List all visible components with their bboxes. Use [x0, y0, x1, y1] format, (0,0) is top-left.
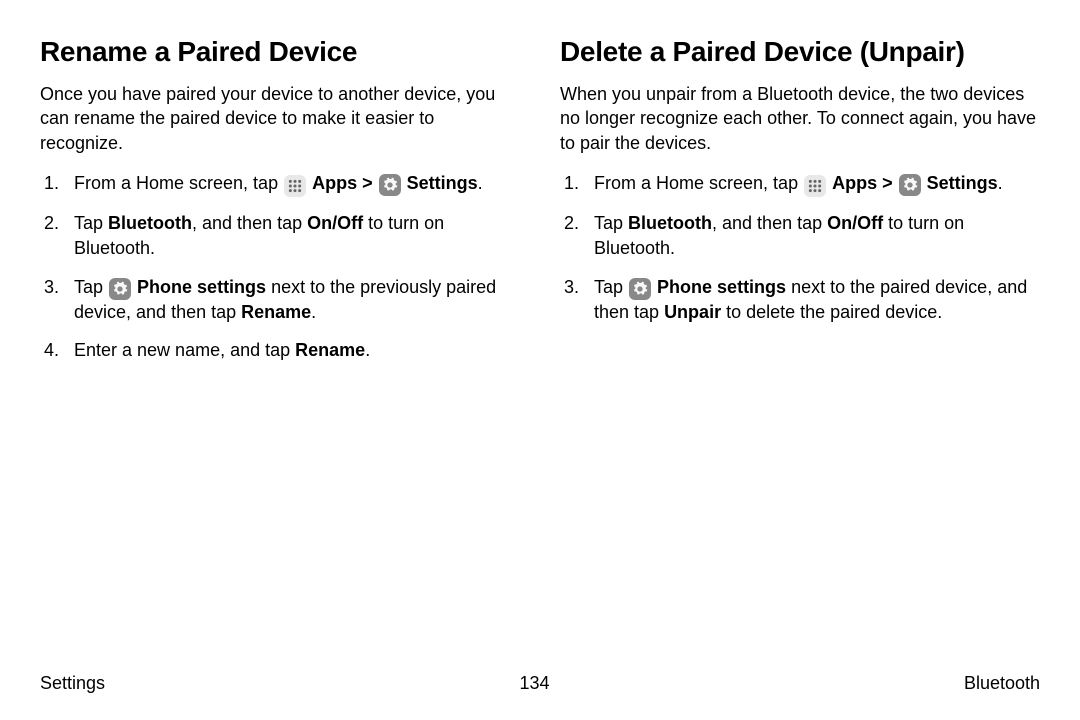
bold-text: Rename — [241, 302, 311, 322]
bold-text: On/Off — [827, 213, 883, 233]
apps-label: Apps — [312, 173, 357, 193]
delete-intro: When you unpair from a Bluetooth device,… — [560, 82, 1040, 155]
step-text: . — [365, 340, 370, 360]
footer-topic: Bluetooth — [964, 673, 1040, 694]
bold-text: On/Off — [307, 213, 363, 233]
list-item: Tap Bluetooth, and then tap On/Off to tu… — [40, 211, 520, 261]
apps-label: Apps — [832, 173, 877, 193]
list-item: Tap Phone settings next to the paired de… — [560, 275, 1040, 325]
content-columns: Rename a Paired Device Once you have pai… — [40, 36, 1040, 377]
list-item: Tap Bluetooth, and then tap On/Off to tu… — [560, 211, 1040, 261]
step-text: , and then tap — [192, 213, 307, 233]
bold-text: Unpair — [664, 302, 721, 322]
settings-gear-icon — [379, 174, 401, 196]
left-column: Rename a Paired Device Once you have pai… — [40, 36, 520, 377]
settings-gear-icon — [109, 278, 131, 300]
step-text: . — [998, 173, 1003, 193]
separator: > — [357, 173, 378, 193]
right-column: Delete a Paired Device (Unpair) When you… — [560, 36, 1040, 377]
step-text: . — [478, 173, 483, 193]
settings-label: Settings — [927, 173, 998, 193]
bold-text: Bluetooth — [628, 213, 712, 233]
footer-section: Settings — [40, 673, 105, 694]
step-text: Tap — [74, 213, 108, 233]
rename-section-title: Rename a Paired Device — [40, 36, 520, 68]
step-text: From a Home screen, tap — [74, 173, 283, 193]
apps-grid-icon — [804, 175, 826, 197]
step-text: Tap — [594, 213, 628, 233]
list-item: From a Home screen, tap Apps > Settings. — [560, 171, 1040, 197]
step-text: Enter a new name, and tap — [74, 340, 295, 360]
settings-label: Settings — [407, 173, 478, 193]
apps-grid-icon — [284, 175, 306, 197]
rename-intro: Once you have paired your device to anot… — [40, 82, 520, 155]
delete-section-title: Delete a Paired Device (Unpair) — [560, 36, 1040, 68]
step-text: , and then tap — [712, 213, 827, 233]
step-text: . — [311, 302, 316, 322]
step-text: Tap — [74, 277, 108, 297]
rename-steps: From a Home screen, tap Apps > Settings.… — [40, 171, 520, 363]
step-text: From a Home screen, tap — [594, 173, 803, 193]
list-item: Enter a new name, and tap Rename. — [40, 338, 520, 363]
bold-text: Phone settings — [137, 277, 266, 297]
step-text: to delete the paired device. — [721, 302, 942, 322]
bold-text: Bluetooth — [108, 213, 192, 233]
step-text: Tap — [594, 277, 628, 297]
list-item: Tap Phone settings next to the previousl… — [40, 275, 520, 325]
page-footer: Settings 134 Bluetooth — [40, 673, 1040, 694]
page-number: 134 — [519, 673, 549, 694]
bold-text: Phone settings — [657, 277, 786, 297]
delete-steps: From a Home screen, tap Apps > Settings.… — [560, 171, 1040, 324]
separator: > — [877, 173, 898, 193]
bold-text: Rename — [295, 340, 365, 360]
settings-gear-icon — [629, 278, 651, 300]
settings-gear-icon — [899, 174, 921, 196]
list-item: From a Home screen, tap Apps > Settings. — [40, 171, 520, 197]
